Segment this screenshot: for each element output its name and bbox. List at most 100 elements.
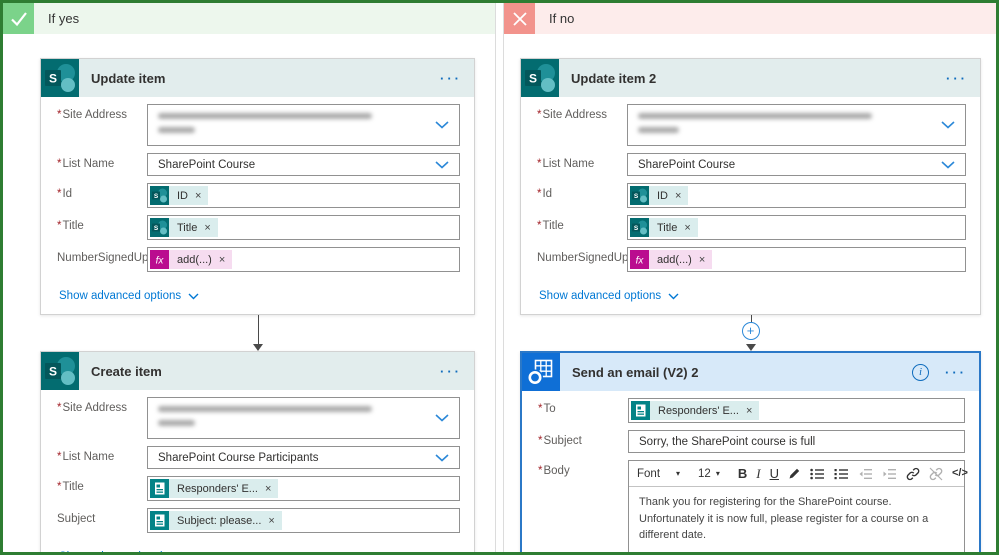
- dynamic-token[interactable]: S ID ×: [150, 186, 209, 205]
- remove-token-icon[interactable]: ×: [192, 190, 208, 202]
- token-label: ID: [177, 189, 188, 202]
- remove-token-icon[interactable]: ×: [201, 222, 217, 234]
- indent-icon[interactable]: [882, 468, 897, 480]
- branch-canvas: S Update item ··· *Site Address *List Na…: [3, 34, 495, 552]
- field-body: *Body Font ▾ 12 ▾ B I U </> Thank you fo…: [538, 460, 968, 552]
- more-menu-icon[interactable]: ···: [945, 365, 967, 380]
- remove-token-icon[interactable]: ×: [265, 515, 281, 527]
- code-view-icon[interactable]: </>: [952, 468, 968, 479]
- title-input[interactable]: S Title ×: [147, 215, 460, 240]
- dynamic-token[interactable]: Subject: please... ×: [150, 511, 282, 530]
- link-icon[interactable]: [906, 467, 920, 481]
- font-family-dropdown[interactable]: Font ▾: [637, 468, 680, 480]
- chevron-down-icon[interactable]: [435, 449, 449, 467]
- update-item-2-header[interactable]: S Update item 2 ···: [521, 59, 980, 97]
- branch-if-no: If no S Update item 2 ··· *Site Address: [503, 3, 996, 552]
- site-address-dropdown[interactable]: [147, 397, 460, 439]
- text-color-pen-icon[interactable]: [788, 467, 801, 480]
- unlink-icon[interactable]: [929, 467, 943, 481]
- update-item-body: *Site Address *List Name SharePoint Cour…: [41, 97, 474, 314]
- title-input[interactable]: S Title ×: [627, 215, 966, 240]
- token-label: add(...): [657, 253, 692, 266]
- dynamic-token[interactable]: Responders' E... ×: [631, 401, 760, 420]
- bullet-list-icon[interactable]: [810, 468, 825, 480]
- dynamic-token[interactable]: Responders' E... ×: [150, 479, 279, 498]
- insert-step-button[interactable]: +: [741, 322, 760, 340]
- chevron-down-icon[interactable]: [435, 156, 449, 174]
- chevron-down-icon[interactable]: [435, 409, 449, 427]
- list-name-dropdown[interactable]: SharePoint Course Participants: [147, 446, 460, 469]
- field-site-address: *Site Address: [57, 397, 460, 439]
- chevron-down-icon[interactable]: [435, 116, 449, 134]
- underline-button[interactable]: U: [770, 467, 779, 480]
- sharepoint-icon: S: [630, 218, 649, 237]
- token-label: Title: [177, 221, 198, 234]
- expression-token[interactable]: fx add(...) ×: [630, 250, 713, 269]
- field-label: Id: [542, 188, 553, 200]
- show-advanced-options-link[interactable]: Show advanced options: [59, 290, 199, 302]
- token-label: Title: [657, 221, 678, 234]
- italic-button[interactable]: I: [756, 467, 760, 480]
- branch-label: If yes: [48, 11, 80, 26]
- outdent-icon[interactable]: [858, 468, 873, 480]
- fx-icon: fx: [150, 250, 169, 269]
- list-name-dropdown[interactable]: SharePoint Course: [627, 153, 966, 176]
- title-input[interactable]: Responders' E... ×: [147, 476, 460, 501]
- field-label: Title: [62, 481, 84, 493]
- numbered-list-icon[interactable]: [834, 468, 849, 480]
- remove-token-icon[interactable]: ×: [216, 254, 232, 266]
- sharepoint-icon: S: [150, 218, 169, 237]
- font-size-dropdown[interactable]: 12 ▾: [698, 468, 720, 480]
- site-address-dropdown[interactable]: [147, 104, 460, 146]
- dynamic-token[interactable]: S Title ×: [630, 218, 698, 237]
- numbersignedup-input[interactable]: fx add(...) ×: [147, 247, 460, 272]
- more-menu-icon[interactable]: ···: [440, 364, 462, 379]
- outlook-icon: [522, 353, 560, 391]
- remove-token-icon[interactable]: ×: [696, 254, 712, 266]
- svg-text:S: S: [529, 72, 537, 86]
- field-id: *Id S ID ×: [57, 183, 460, 208]
- field-numbersignedup: NumberSignedUp fx add(...) ×: [57, 247, 460, 272]
- dynamic-token[interactable]: S Title ×: [150, 218, 218, 237]
- numbersignedup-input[interactable]: fx add(...) ×: [627, 247, 966, 272]
- subject-input[interactable]: Subject: please... ×: [147, 508, 460, 533]
- remove-token-icon[interactable]: ×: [681, 222, 697, 234]
- remove-token-icon[interactable]: ×: [672, 190, 688, 202]
- id-input[interactable]: S ID ×: [627, 183, 966, 208]
- expression-token[interactable]: fx add(...) ×: [150, 250, 233, 269]
- info-icon[interactable]: i: [912, 363, 929, 381]
- more-menu-icon[interactable]: ···: [440, 71, 462, 86]
- chevron-down-icon[interactable]: [941, 116, 955, 134]
- email-body-text[interactable]: Thank you for registering for the ShareP…: [629, 487, 964, 552]
- svg-text:fx: fx: [156, 256, 165, 267]
- more-menu-icon[interactable]: ···: [946, 71, 968, 86]
- update-item-2-body: *Site Address *List Name SharePoint Cour…: [521, 97, 980, 314]
- bold-button[interactable]: B: [738, 467, 747, 480]
- field-title: *Title Responders' E... ×: [57, 476, 460, 501]
- send-email-header[interactable]: Send an email (V2) 2 i ···: [522, 353, 979, 391]
- check-icon: [3, 3, 34, 34]
- chevron-down-icon: [668, 293, 679, 299]
- create-item-header[interactable]: S Create item ···: [41, 352, 474, 390]
- field-label: List Name: [542, 158, 595, 170]
- field-label: NumberSignedUp: [537, 252, 629, 264]
- dynamic-token[interactable]: S ID ×: [630, 186, 689, 205]
- field-label: List Name: [62, 451, 115, 463]
- show-advanced-options-link[interactable]: Show advanced options: [539, 290, 679, 302]
- id-input[interactable]: S ID ×: [147, 183, 460, 208]
- token-label: add(...): [177, 253, 212, 266]
- remove-token-icon[interactable]: ×: [262, 483, 278, 495]
- x-icon: [504, 3, 535, 34]
- card-title: Send an email (V2) 2: [572, 364, 699, 380]
- subject-input[interactable]: Sorry, the SharePoint course is full: [628, 430, 965, 453]
- to-input[interactable]: Responders' E... ×: [628, 398, 965, 423]
- create-item-body: *Site Address *List Name SharePoint Cour…: [41, 390, 474, 552]
- remove-token-icon[interactable]: ×: [743, 405, 759, 417]
- list-name-dropdown[interactable]: SharePoint Course: [147, 153, 460, 176]
- svg-text:fx: fx: [636, 256, 645, 267]
- show-advanced-options-link[interactable]: Show advanced options: [59, 551, 199, 552]
- update-item-header[interactable]: S Update item ···: [41, 59, 474, 97]
- chevron-down-icon[interactable]: [941, 156, 955, 174]
- site-address-dropdown[interactable]: [627, 104, 966, 146]
- field-numbersignedup: NumberSignedUp fx add(...) ×: [537, 247, 966, 272]
